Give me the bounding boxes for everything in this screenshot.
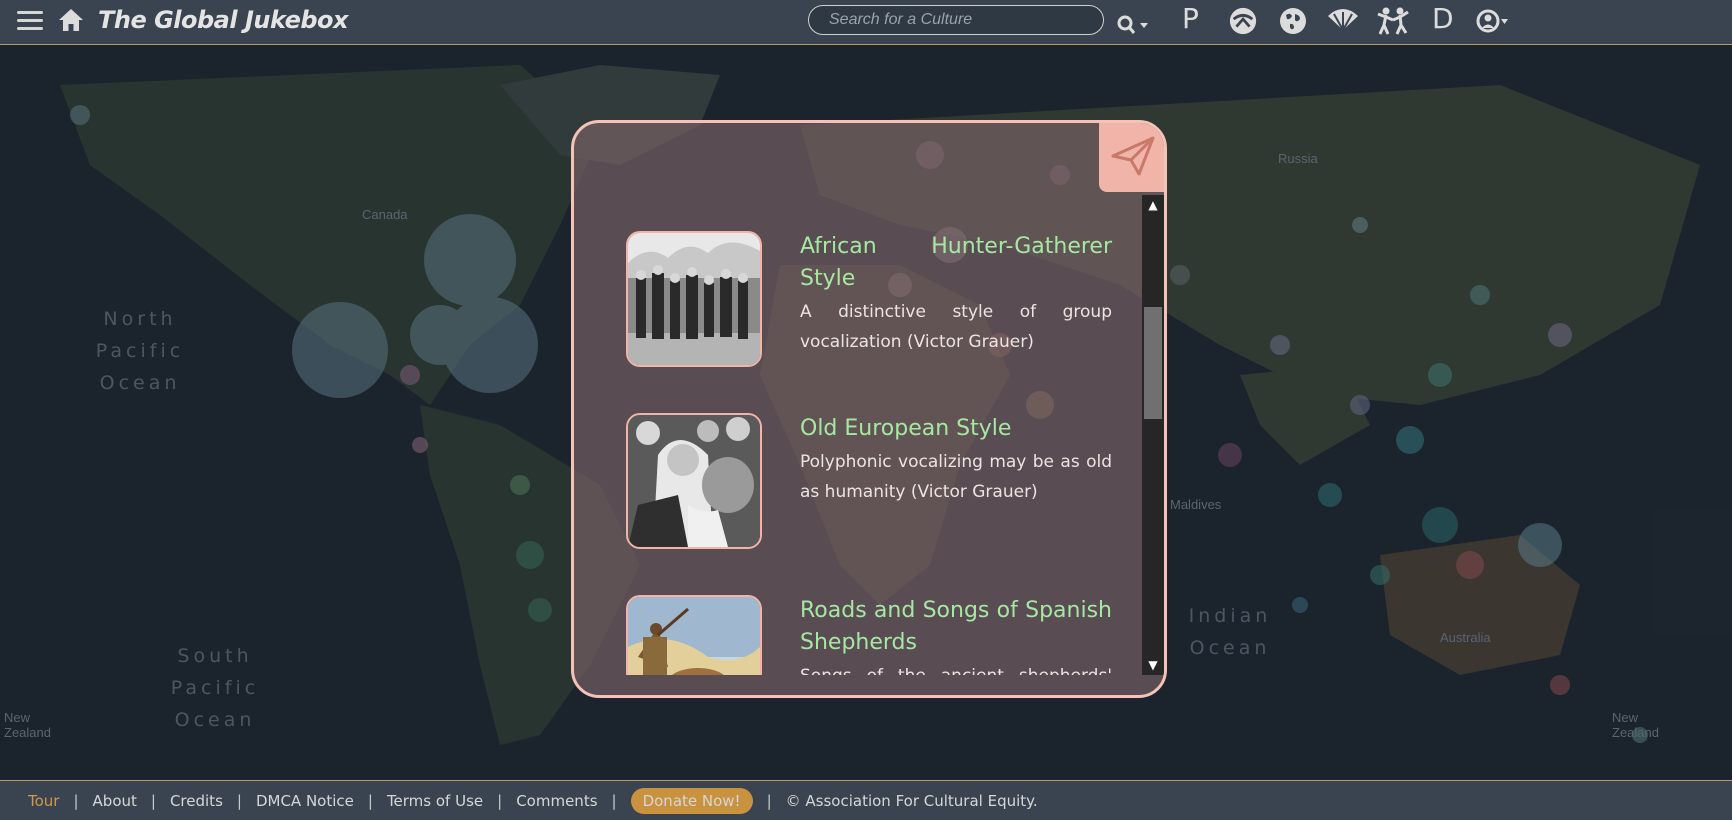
globe-icon[interactable] xyxy=(1278,6,1308,36)
tour-panel: African Hunter-Gatherer Style A distinct… xyxy=(571,120,1167,698)
photo-women-singing xyxy=(628,415,760,547)
separator: | xyxy=(611,791,617,810)
item-title[interactable]: Roads and Songs of Spanish Shepherds xyxy=(800,595,1112,659)
letter-d-button[interactable]: D xyxy=(1432,4,1454,34)
list-item[interactable]: African Hunter-Gatherer Style A distinct… xyxy=(626,231,1126,381)
photo-group-dancers xyxy=(628,233,760,365)
scroll-down-icon[interactable]: ▼ xyxy=(1142,655,1164,675)
separator: | xyxy=(73,791,79,810)
fan-icon[interactable] xyxy=(1326,6,1360,36)
top-bar: The Global Jukebox P D xyxy=(0,0,1732,45)
item-title[interactable]: Old European Style xyxy=(800,413,1112,445)
app-title[interactable]: The Global Jukebox xyxy=(98,6,349,34)
place-label: New Zealand xyxy=(1612,710,1659,740)
menu-icon[interactable] xyxy=(17,11,43,31)
scroll-up-icon[interactable]: ▲ xyxy=(1142,195,1164,215)
scrollbar[interactable]: ▲ ▼ xyxy=(1142,195,1164,675)
parlametrics-icon[interactable] xyxy=(1227,6,1259,36)
separator: | xyxy=(367,791,373,810)
place-label: Maldives xyxy=(1170,497,1222,512)
separator: | xyxy=(236,791,242,810)
ocean-label: South Pacific Ocean xyxy=(170,645,260,731)
footer-link-about[interactable]: About xyxy=(93,792,137,810)
footer-link-tour[interactable]: Tour xyxy=(28,792,59,810)
place-label: Australia xyxy=(1440,630,1491,645)
search-icon[interactable] xyxy=(1116,10,1150,40)
footer-link-credits[interactable]: Credits xyxy=(170,792,223,810)
footer-link-terms[interactable]: Terms of Use xyxy=(387,792,483,810)
item-description: Polyphonic vocalizing may be as old as h… xyxy=(800,452,1112,502)
footer-link-dmca[interactable]: DMCA Notice xyxy=(256,792,354,810)
place-label: Canada xyxy=(362,207,408,222)
list-item[interactable]: Roads and Songs of Spanish Shepherds Son… xyxy=(626,595,1126,675)
thumbnail-image[interactable] xyxy=(626,231,762,367)
item-title[interactable]: African Hunter-Gatherer Style xyxy=(800,231,1112,295)
thumbnail-image[interactable] xyxy=(626,413,762,549)
account-icon[interactable] xyxy=(1476,6,1510,36)
tour-list[interactable]: African Hunter-Gatherer Style A distinct… xyxy=(574,123,1134,675)
ocean-label: Indian Ocean xyxy=(1188,605,1272,659)
place-label: Russia xyxy=(1278,151,1318,166)
copyright: © Association For Cultural Equity. xyxy=(785,791,1038,810)
footer: Tour | About | Credits | DMCA Notice | T… xyxy=(0,780,1732,820)
place-label: New Zealand xyxy=(4,710,51,740)
item-description: A distinctive style of group vocalizatio… xyxy=(800,302,1112,352)
separator: | xyxy=(766,791,772,810)
item-description: Songs of the ancient shepherds' roads xyxy=(800,661,1112,675)
list-item[interactable]: Old European Style Polyphonic vocalizing… xyxy=(626,413,1126,563)
photo-shepherd-painting xyxy=(628,597,760,675)
separator: | xyxy=(150,791,156,810)
search-input[interactable] xyxy=(808,5,1104,35)
home-icon[interactable] xyxy=(58,8,84,32)
thumbnail-image[interactable] xyxy=(626,595,762,675)
dancers-icon[interactable] xyxy=(1376,6,1410,36)
letter-p-button[interactable]: P xyxy=(1182,4,1199,34)
footer-link-comments[interactable]: Comments xyxy=(516,792,597,810)
separator: | xyxy=(497,791,503,810)
scroll-thumb[interactable] xyxy=(1144,307,1162,419)
ocean-label: North Pacific Ocean xyxy=(95,308,185,394)
donate-button[interactable]: Donate Now! xyxy=(630,787,753,814)
